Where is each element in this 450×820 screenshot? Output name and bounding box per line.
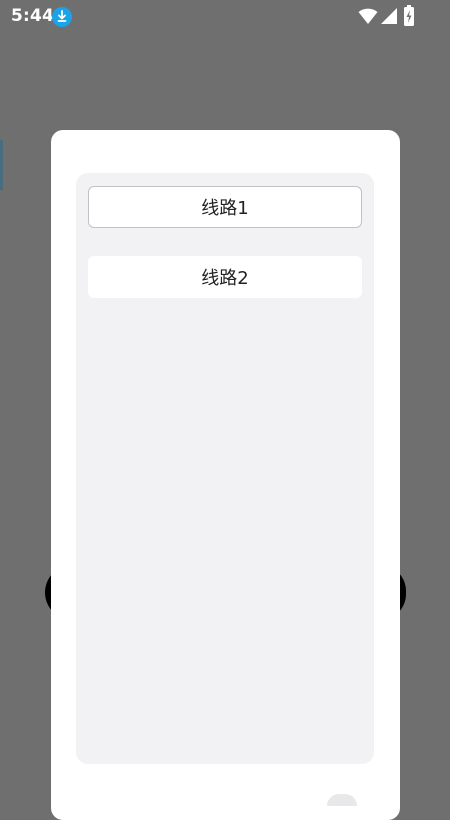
route-option-1[interactable]: 线路1: [88, 186, 362, 228]
download-icon: [52, 7, 72, 27]
status-bar: 5:44: [0, 0, 450, 34]
wifi-icon: [358, 7, 378, 29]
background-accent: [0, 140, 3, 190]
dialog-bottom-control[interactable]: [327, 794, 357, 806]
status-time: 5:44: [11, 6, 55, 26]
route-select-dialog: 线路1 线路2: [51, 130, 400, 820]
route-option-label: 线路2: [201, 268, 249, 289]
route-option-label: 线路1: [201, 198, 249, 219]
battery-charging-icon: [403, 5, 415, 31]
route-list-panel: 线路1 线路2: [76, 173, 374, 764]
route-option-2[interactable]: 线路2: [88, 256, 362, 298]
signal-icon: [380, 7, 398, 29]
